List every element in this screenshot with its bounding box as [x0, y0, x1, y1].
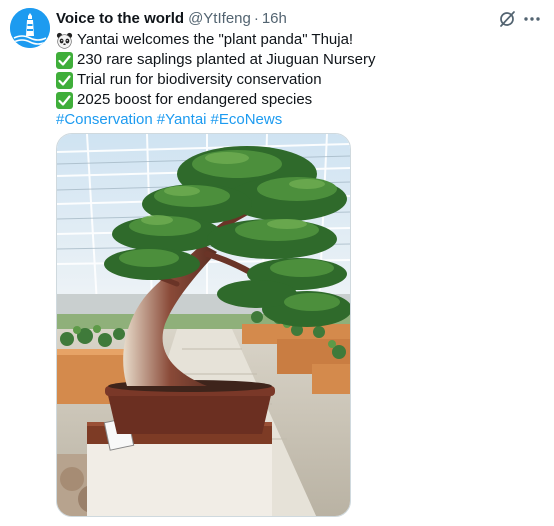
timestamp[interactable]: 16h: [262, 10, 287, 27]
hashtag-link[interactable]: #EcoNews: [211, 110, 283, 130]
lighthouse-icon: [10, 8, 50, 48]
tweet-line: 2025 boost for endangered species: [56, 90, 526, 110]
hashtag-link[interactable]: #Conservation: [56, 110, 153, 130]
tweet-line-text: Trial run for biodiversity conservation: [77, 71, 322, 88]
tweet-text: Yantai welcomes the "plant panda" Thuja!…: [56, 30, 526, 130]
grok-icon[interactable]: [497, 9, 517, 29]
bonsai-greenhouse-photo: [57, 134, 350, 516]
avatar[interactable]: [10, 8, 50, 48]
tweet-line: Trial run for biodiversity conservation: [56, 70, 526, 90]
tweet-line-text: 230 rare saplings planted at Jiuguan Nur…: [77, 51, 376, 68]
tweet-header: Voice to the world @YtIfeng · 16h: [56, 10, 287, 28]
author-handle[interactable]: @YtIfeng: [188, 10, 251, 27]
tweet-line: 230 rare saplings planted at Jiuguan Nur…: [56, 50, 526, 70]
hashtags: #Conservation #Yantai #EcoNews: [56, 110, 526, 130]
tweet-media-image[interactable]: [56, 133, 351, 517]
check-mark-icon: [56, 91, 73, 109]
separator: ·: [253, 10, 259, 27]
tweet-line-text: Yantai welcomes the "plant panda" Thuja!: [77, 31, 354, 48]
hashtag-link[interactable]: #Yantai: [157, 110, 207, 130]
check-mark-icon: [56, 71, 73, 89]
tweet[interactable]: Voice to the world @YtIfeng · 16h Yantai…: [0, 0, 554, 526]
tweet-line-text: 2025 boost for endangered species: [77, 91, 313, 108]
panda-icon: [56, 32, 73, 49]
check-mark-icon: [56, 51, 73, 69]
more-icon[interactable]: [522, 9, 542, 29]
author-name[interactable]: Voice to the world: [56, 10, 184, 27]
tweet-line: Yantai welcomes the "plant panda" Thuja!: [56, 30, 526, 50]
